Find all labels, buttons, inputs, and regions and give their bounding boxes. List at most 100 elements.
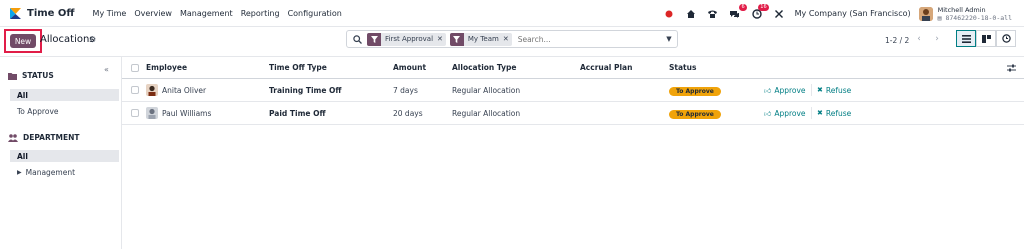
time-off-app-icon	[9, 7, 22, 20]
pager-previous-button[interactable]: ‹	[912, 32, 926, 46]
filter-icon	[367, 32, 381, 46]
employee-cell[interactable]: Anita Oliver	[146, 84, 206, 96]
view-switcher	[956, 30, 1016, 47]
approve-button[interactable]: 👍︎ Approve	[764, 86, 806, 95]
column-accrual-plan[interactable]: Accrual Plan	[580, 63, 632, 72]
allocation-type-cell[interactable]: Regular Allocation	[452, 109, 520, 118]
column-amount[interactable]: Amount	[393, 63, 426, 72]
record-indicator-icon[interactable]	[663, 8, 675, 20]
column-allocation-type[interactable]: Allocation Type	[452, 63, 516, 72]
search-options-toggle[interactable]: ▼	[661, 31, 677, 47]
select-all-checkbox[interactable]	[131, 63, 139, 72]
search-bar: First Approval ✕ My Team ✕ ▼	[346, 30, 678, 48]
activities-clock-icon[interactable]: 16	[751, 3, 769, 20]
table-row[interactable]: Anita Oliver Training Time Off 7 days Re…	[122, 79, 1024, 102]
row-checkbox[interactable]	[131, 86, 139, 94]
close-icon[interactable]: ✕	[437, 35, 446, 43]
user-menu[interactable]: Mitchell Admin ▤ 87462220-18-0-all	[938, 6, 1012, 22]
gear-icon[interactable]: ⚙	[89, 35, 96, 44]
divider	[811, 107, 812, 119]
messages-badge: 6	[739, 3, 747, 11]
new-button-highlight: New	[4, 29, 42, 53]
main-menu: My Time Overview Management Reporting Co…	[85, 9, 342, 18]
kanban-icon	[981, 34, 991, 43]
chevron-left-icon: ‹	[917, 34, 921, 44]
employee-cell[interactable]: Paul Williams	[146, 107, 211, 119]
app-name: Time Off	[27, 7, 75, 19]
facet-label: First Approval	[385, 35, 434, 43]
status-cell: To Approve	[669, 109, 721, 119]
table-row[interactable]: Paul Williams Paid Time Off 20 days Regu…	[122, 102, 1024, 125]
facet-first-approval: First Approval ✕	[367, 32, 446, 46]
optional-columns-icon[interactable]	[1007, 64, 1016, 74]
approve-button[interactable]: 👍︎ Approve	[764, 109, 806, 118]
database-icon: ▤	[937, 13, 942, 22]
department-filter-heading: DEPARTMENT	[8, 133, 80, 142]
thumbs-up-icon: 👍︎	[764, 86, 772, 95]
search-panel: « STATUS All To Approve DEPARTMENT All ▶…	[0, 57, 122, 249]
status-cell: To Approve	[669, 86, 721, 96]
facet-my-team: My Team ✕	[449, 32, 512, 46]
menu-configuration[interactable]: Configuration	[288, 9, 342, 18]
status-item-all[interactable]: All	[10, 89, 119, 101]
company-switcher[interactable]: My Company (San Francisco)	[795, 9, 911, 18]
divider	[811, 84, 812, 96]
systray: 6 16 My Company (San Francisco) Mitchell…	[663, 0, 1024, 27]
tools-icon[interactable]	[773, 8, 785, 20]
page-title: Allocations	[40, 34, 95, 45]
amount-cell[interactable]: 20 days	[393, 109, 423, 118]
menu-overview[interactable]: Overview	[134, 9, 172, 18]
allocation-type-cell[interactable]: Regular Allocation	[452, 86, 520, 95]
refuse-button[interactable]: ✖ Refuse	[817, 86, 851, 95]
user-name: Mitchell Admin	[937, 5, 986, 14]
status-badge: To Approve	[669, 109, 721, 119]
home-bug-icon[interactable]	[685, 8, 697, 20]
activities-badge: 16	[758, 3, 769, 11]
avatar	[146, 84, 158, 96]
control-panel: New Allocations ⚙ First Approval ✕ My Te…	[0, 27, 1024, 57]
user-avatar[interactable]	[918, 6, 933, 21]
status-badge: To Approve	[669, 86, 721, 96]
kanban-view-button[interactable]	[976, 30, 996, 47]
search-input[interactable]	[517, 34, 638, 44]
time-off-type-cell[interactable]: Paid Time Off	[269, 109, 326, 118]
thumbs-up-icon: 👍︎	[764, 109, 772, 118]
refuse-button[interactable]: ✖ Refuse	[817, 109, 851, 118]
top-navbar: Time Off My Time Overview Management Rep…	[0, 0, 1024, 27]
column-time-off-type[interactable]: Time Off Type	[269, 63, 327, 72]
collapse-panel-icon[interactable]: «	[104, 65, 109, 74]
facet-label: My Team	[467, 35, 499, 43]
department-item-management[interactable]: ▶ Management	[10, 166, 119, 178]
avatar	[146, 107, 158, 119]
folder-icon	[8, 72, 17, 80]
menu-reporting[interactable]: Reporting	[241, 9, 280, 18]
new-button[interactable]: New	[10, 34, 36, 48]
department-item-all[interactable]: All	[10, 150, 119, 162]
amount-cell[interactable]: 7 days	[393, 86, 418, 95]
list-icon	[961, 34, 971, 43]
users-icon	[8, 133, 18, 142]
close-icon[interactable]: ✕	[503, 35, 512, 43]
close-icon: ✖	[817, 109, 823, 117]
time-off-type-cell[interactable]: Training Time Off	[269, 86, 342, 95]
filter-icon	[449, 32, 464, 46]
messages-icon[interactable]: 6	[729, 3, 747, 20]
status-filter-heading: STATUS	[8, 71, 54, 80]
menu-management[interactable]: Management	[180, 9, 233, 18]
phone-icon[interactable]	[707, 8, 719, 20]
close-icon: ✖	[817, 86, 823, 94]
search-icon	[353, 34, 363, 44]
column-status[interactable]: Status	[669, 63, 696, 72]
table-header: Employee Time Off Type Amount Allocation…	[122, 57, 1024, 79]
pager-next-button[interactable]: ›	[930, 32, 944, 46]
row-checkbox[interactable]	[131, 109, 139, 117]
list-view-button[interactable]	[956, 30, 976, 47]
activity-view-button[interactable]	[996, 30, 1016, 47]
app-brand[interactable]: Time Off	[9, 7, 75, 20]
menu-my-time[interactable]: My Time	[93, 9, 127, 18]
caret-right-icon: ▶	[17, 168, 22, 176]
column-employee[interactable]: Employee	[146, 63, 187, 72]
status-item-to-approve[interactable]: To Approve	[10, 105, 119, 117]
pager-value[interactable]: 1-2 / 2	[885, 36, 909, 45]
chevron-right-icon: ›	[935, 34, 939, 44]
